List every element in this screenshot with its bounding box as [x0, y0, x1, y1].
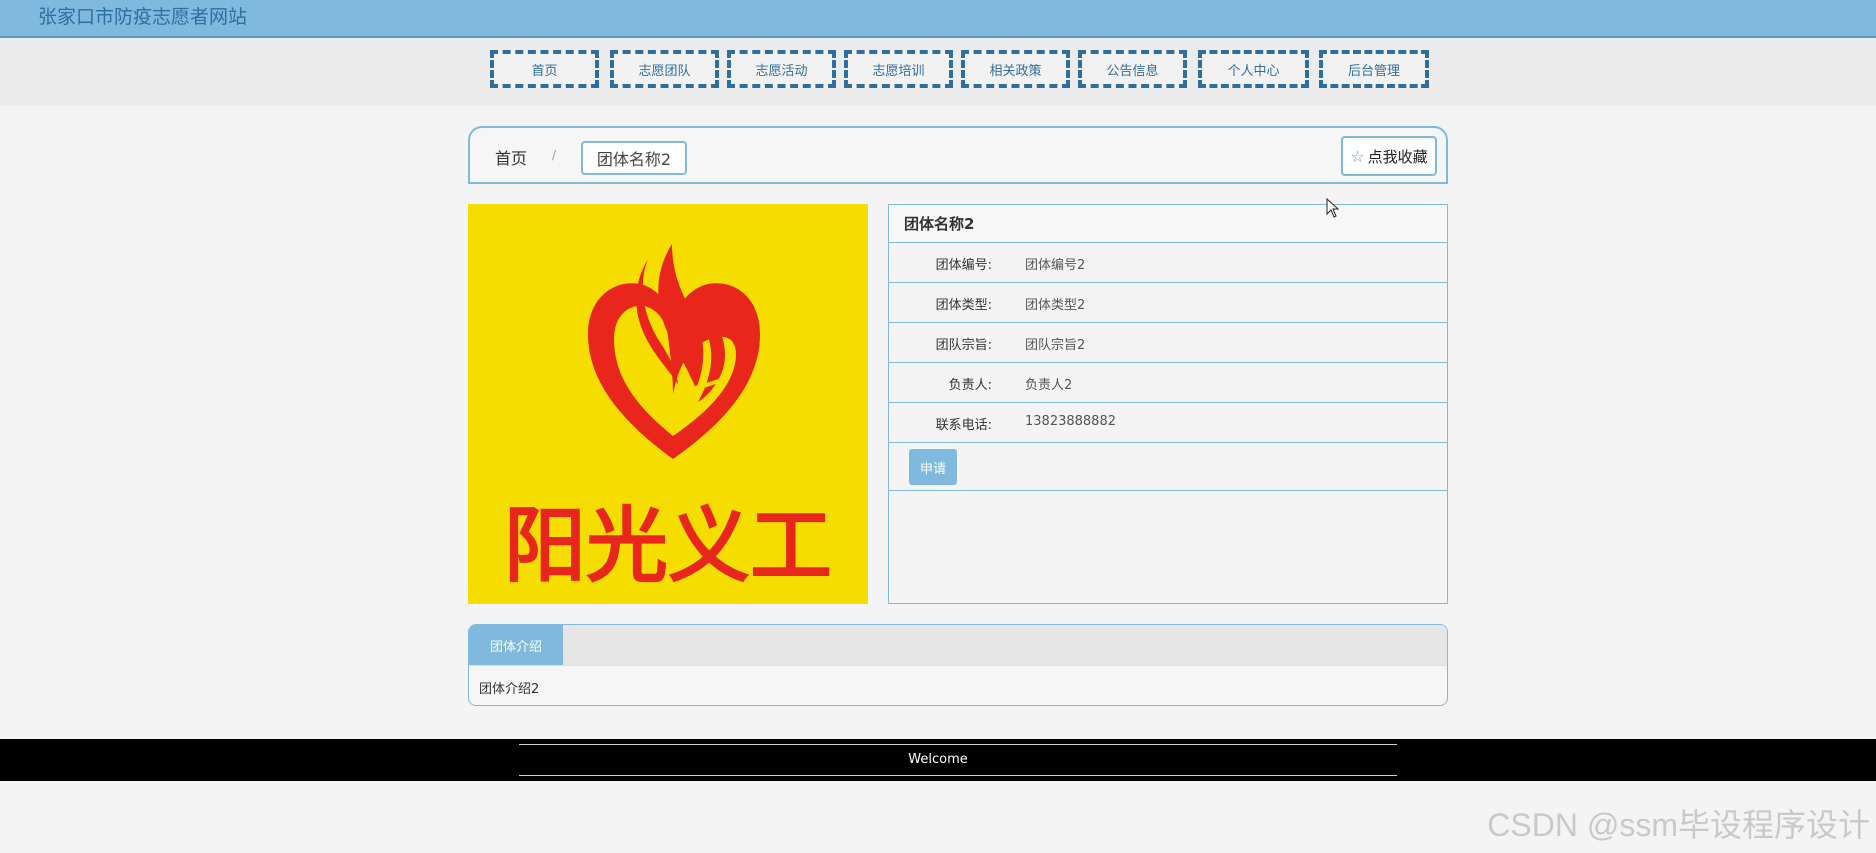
- breadcrumb-separator: /: [552, 148, 557, 162]
- apply-row: 申请: [889, 443, 1447, 491]
- intro-tab-bar: 团体介绍: [469, 625, 1447, 666]
- detail-value: 负责人2: [1025, 378, 1073, 393]
- nav-item-announcements[interactable]: 公告信息: [1078, 50, 1187, 88]
- detail-row-leader: 负责人: 负责人2: [889, 363, 1447, 403]
- detail-row-team-purpose: 团队宗旨: 团队宗旨2: [889, 323, 1447, 363]
- sunshine-volunteer-logo: 阳光义工: [468, 204, 868, 604]
- watermark: CSDN @ssm毕设程序设计: [1487, 807, 1870, 843]
- team-intro-content: 团体介绍2: [479, 682, 540, 697]
- team-intro-section: 团体介绍 团体介绍2: [468, 624, 1448, 706]
- top-header-bar: 张家口市防疫志愿者网站: [0, 0, 1876, 38]
- main-nav: 首页 志愿团队 志愿活动 志愿培训 相关政策 公告信息 个人中心 后台管理: [0, 38, 1876, 106]
- nav-item-policies[interactable]: 相关政策: [961, 50, 1070, 88]
- detail-label: 负责人:: [948, 378, 992, 393]
- nav-item-home[interactable]: 首页: [490, 50, 599, 88]
- nav-item-volunteer-teams[interactable]: 志愿团队: [610, 50, 719, 88]
- detail-value: 13823888882: [1025, 414, 1116, 429]
- detail-value: 团体类型2: [1025, 298, 1086, 313]
- star-outline-icon: ☆: [1350, 146, 1365, 166]
- nav-item-volunteer-training[interactable]: 志愿培训: [844, 50, 953, 88]
- nav-item-admin[interactable]: 后台管理: [1319, 50, 1429, 88]
- footer-welcome-text: Welcome: [908, 752, 968, 767]
- detail-label: 团体编号:: [935, 258, 992, 273]
- breadcrumb-home-link[interactable]: 首页: [495, 145, 527, 169]
- team-detail-panel: 团体名称2 团体编号: 团体编号2 团体类型: 团体类型2 团队宗旨: 团队宗旨…: [888, 204, 1448, 604]
- footer-divider: [519, 744, 1397, 745]
- detail-label: 团体类型:: [935, 298, 992, 313]
- apply-button[interactable]: 申请: [909, 449, 957, 485]
- logo-text: 阳光义工: [504, 499, 832, 594]
- nav-item-volunteer-activities[interactable]: 志愿活动: [727, 50, 836, 88]
- tab-team-intro[interactable]: 团体介绍: [469, 625, 563, 665]
- detail-row-phone: 联系电话: 13823888882: [889, 403, 1447, 443]
- breadcrumb: 首页 / 团体名称2 ☆ 点我收藏: [468, 126, 1448, 184]
- favorite-button-label: 点我收藏: [1367, 147, 1428, 166]
- breadcrumb-current: 团体名称2: [581, 141, 687, 175]
- site-title[interactable]: 张家口市防疫志愿者网站: [38, 2, 247, 29]
- nav-item-personal-center[interactable]: 个人中心: [1198, 50, 1309, 88]
- team-logo-image: 阳光义工: [468, 204, 868, 604]
- detail-row-team-type: 团体类型: 团体类型2: [889, 283, 1447, 323]
- detail-label: 团队宗旨:: [935, 338, 992, 353]
- favorite-button[interactable]: ☆ 点我收藏: [1341, 136, 1437, 176]
- team-name-title: 团体名称2: [889, 205, 1447, 243]
- footer: Welcome: [0, 739, 1876, 781]
- mouse-cursor-icon: [1326, 198, 1340, 218]
- detail-value: 团体编号2: [1025, 258, 1086, 273]
- footer-divider: [519, 775, 1397, 776]
- detail-label: 联系电话:: [935, 418, 992, 433]
- detail-row-team-number: 团体编号: 团体编号2: [889, 243, 1447, 283]
- detail-value: 团队宗旨2: [1025, 338, 1086, 353]
